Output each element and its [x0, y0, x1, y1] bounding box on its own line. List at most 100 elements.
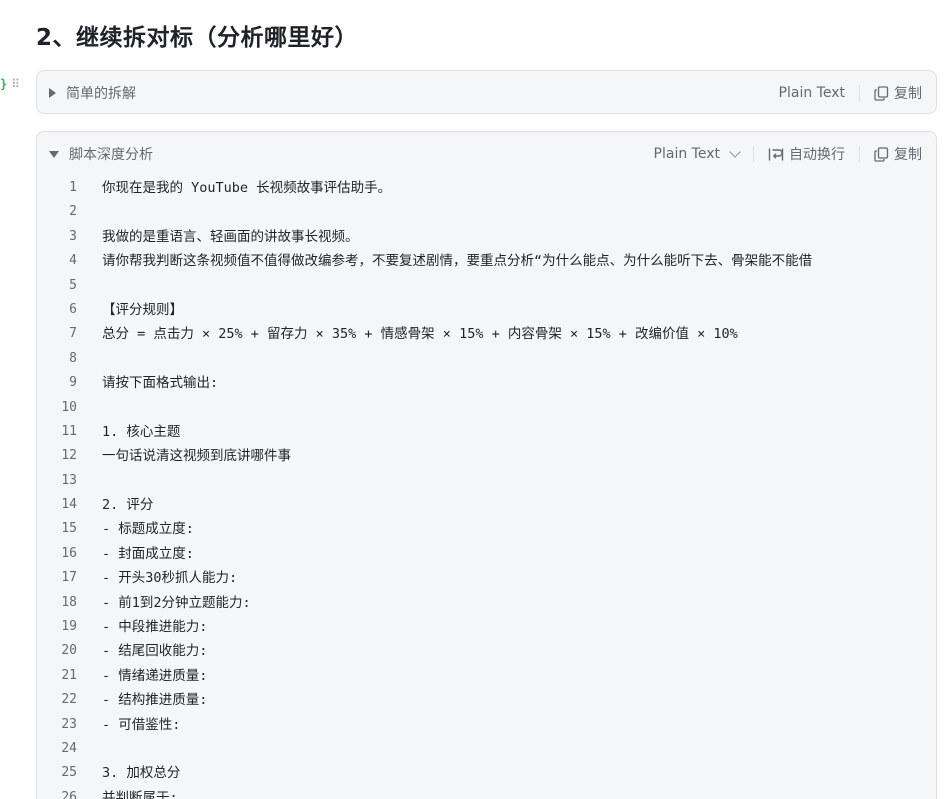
code-block-toolbar: Plain Text 复制: [779, 83, 922, 103]
expand-caret-icon[interactable]: [49, 88, 56, 98]
code-block-simple-breakdown: 简单的拆解 Plain Text 复制: [36, 70, 937, 114]
toolbar-divider: [753, 146, 754, 162]
code-line: 4 请你帮我判断这条视频值不值得做改编参考，不要复述剧情，要重点分析“为什么能点、…: [37, 249, 936, 273]
wrap-label: 自动换行: [789, 147, 845, 163]
code-block-title: 脚本深度分析: [69, 147, 153, 163]
code-line: 15 - 标题成立度:: [37, 517, 936, 541]
line-number: 22: [61, 692, 77, 708]
code-line: 5: [37, 274, 936, 298]
line-number: 4: [69, 253, 77, 269]
document-page: 2、继续拆对标（分析哪里好） } ⠿ 简单的拆解 Plain Text 复制 脚…: [0, 0, 950, 799]
code-line: 1 你现在是我的 YouTube 长视频故事评估助手。: [37, 176, 936, 200]
toolbar-divider: [859, 146, 860, 162]
code-line: 2: [37, 200, 936, 224]
code-block-icon: }: [0, 77, 8, 91]
copy-button[interactable]: 复制: [874, 83, 922, 103]
code-line: 20 - 结尾回收能力:: [37, 639, 936, 663]
line-number: 24: [61, 740, 77, 756]
code-line: 7 总分 = 点击力 × 25% + 留存力 × 35% + 情感骨架 × 15%…: [37, 322, 936, 346]
line-number: 14: [61, 497, 77, 513]
line-text: 总分 = 点击力 × 25% + 留存力 × 35% + 情感骨架 × 15% …: [102, 326, 738, 343]
code-line: 19 - 中段推进能力:: [37, 615, 936, 639]
line-text: 3. 加权总分: [102, 765, 181, 782]
language-selector[interactable]: Plain Text: [653, 146, 741, 162]
code-line: 21 - 情绪递进质量:: [37, 664, 936, 688]
block-drag-handle[interactable]: } ⠿: [0, 72, 30, 96]
line-text: - 标题成立度:: [102, 521, 194, 538]
line-number: 17: [61, 570, 77, 586]
line-number: 2: [69, 204, 77, 220]
code-line: 16 - 封面成立度:: [37, 542, 936, 566]
toolbar-divider: [859, 85, 860, 101]
line-text: - 中段推进能力:: [102, 619, 208, 636]
line-text: - 开头30秒抓人能力:: [102, 570, 238, 587]
wrap-icon: [768, 147, 784, 162]
line-text: 一句话说清这视频到底讲哪件事: [102, 448, 291, 465]
line-number: 1: [69, 180, 77, 195]
line-number: 7: [69, 326, 77, 342]
code-line: 24: [37, 737, 936, 761]
language-text: Plain Text: [778, 85, 845, 101]
code-line: 3 我做的是重语言、轻画面的讲故事长视频。: [37, 225, 936, 249]
chevron-down-icon: [729, 146, 741, 158]
line-number: 5: [69, 277, 77, 293]
line-text: 【评分规则】: [102, 301, 183, 318]
code-line: 6 【评分规则】: [37, 298, 936, 322]
line-text: 你现在是我的 YouTube 长视频故事评估助手。: [102, 180, 392, 196]
line-number: 12: [61, 448, 77, 464]
line-text: - 可借鉴性:: [102, 716, 181, 733]
code-line: 17 - 开头30秒抓人能力:: [37, 566, 936, 590]
line-number: 23: [61, 716, 77, 732]
line-text: 1. 核心主题: [102, 423, 181, 440]
line-number: 10: [61, 399, 77, 415]
code-line: 14 2. 评分: [37, 493, 936, 517]
copy-button[interactable]: 复制: [874, 144, 922, 164]
code-line: 26 并判断属于:: [37, 786, 936, 799]
code-line: 25 3. 加权总分: [37, 761, 936, 785]
line-number: 19: [61, 619, 77, 635]
code-block-script-analysis: 脚本深度分析 Plain Text 自动换行 复制 1 你现在是我的 YouTu…: [36, 131, 937, 799]
code-line: 22 - 结构推进质量:: [37, 688, 936, 712]
line-text: - 结尾回收能力:: [102, 643, 208, 660]
language-label[interactable]: Plain Text: [779, 85, 845, 101]
code-block-header[interactable]: 脚本深度分析 Plain Text 自动换行 复制: [37, 132, 936, 176]
code-content[interactable]: 1 你现在是我的 YouTube 长视频故事评估助手。 2 3 我做的是重语言、轻画面的…: [37, 176, 936, 799]
line-number: 21: [61, 667, 77, 683]
line-text: - 情绪递进质量:: [102, 667, 208, 684]
language-text: Plain Text: [653, 146, 720, 162]
copy-icon: [874, 146, 889, 162]
code-block-header[interactable]: 简单的拆解 Plain Text 复制: [37, 71, 936, 115]
line-text: - 封面成立度:: [102, 545, 194, 562]
line-number: 8: [69, 350, 77, 366]
code-block-toolbar: Plain Text 自动换行 复制: [654, 144, 922, 164]
line-number: 25: [61, 765, 77, 781]
line-number: 20: [61, 643, 77, 659]
line-number: 13: [61, 472, 77, 488]
code-line: 12 一句话说清这视频到底讲哪件事: [37, 444, 936, 468]
line-text: 我做的是重语言、轻画面的讲故事长视频。: [102, 228, 359, 245]
line-number: 26: [61, 789, 77, 799]
line-number: 15: [61, 521, 77, 537]
line-number: 9: [69, 375, 77, 391]
line-text: - 结构推进质量:: [102, 692, 208, 709]
copy-icon: [874, 85, 889, 101]
code-line: 8: [37, 347, 936, 371]
line-text: 请按下面格式输出:: [102, 375, 219, 392]
line-number: 11: [61, 423, 77, 439]
code-line: 10: [37, 396, 936, 420]
line-text: 并判断属于:: [102, 789, 178, 799]
copy-label: 复制: [894, 86, 922, 102]
line-text: 2. 评分: [102, 497, 154, 514]
word-wrap-button[interactable]: 自动换行: [768, 144, 845, 164]
line-number: 3: [69, 228, 77, 244]
section-heading: 2、继续拆对标（分析哪里好）: [36, 25, 359, 51]
collapse-caret-icon[interactable]: [49, 150, 59, 158]
line-text: - 前1到2分钟立题能力:: [102, 594, 251, 611]
code-line: 13: [37, 469, 936, 493]
line-number: 16: [61, 545, 77, 561]
drag-grip-icon[interactable]: ⠿: [11, 77, 20, 91]
line-number: 6: [69, 301, 77, 317]
code-line: 23 - 可借鉴性:: [37, 713, 936, 737]
code-line: 9 请按下面格式输出:: [37, 371, 936, 395]
copy-label: 复制: [894, 147, 922, 163]
